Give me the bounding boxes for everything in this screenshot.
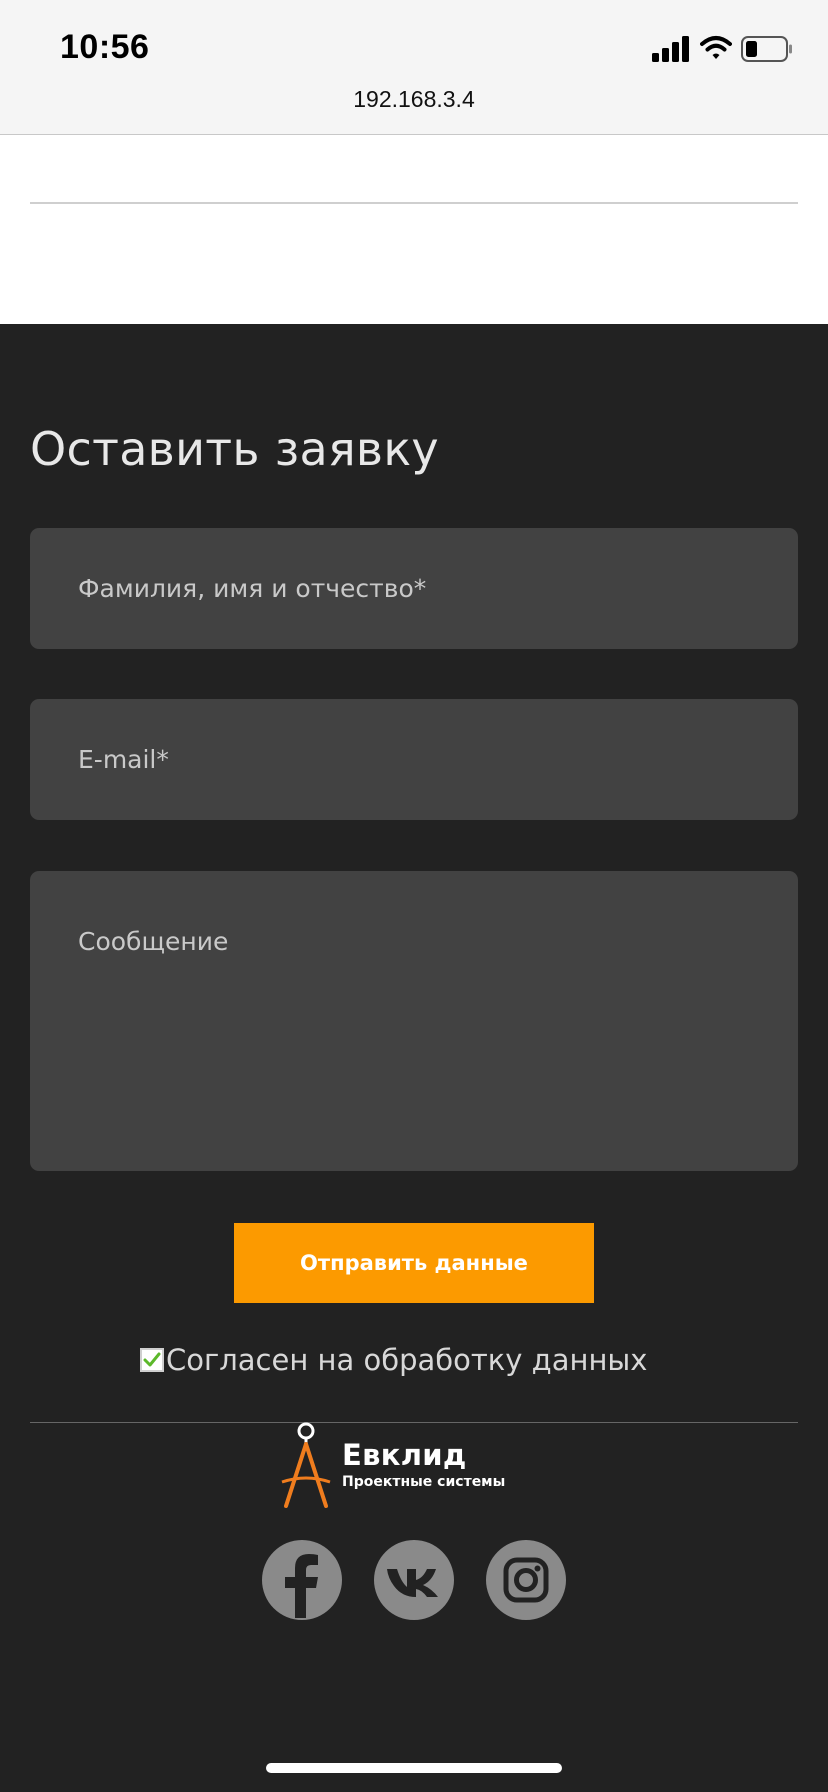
signal-icon xyxy=(652,36,689,62)
battery-icon xyxy=(741,36,792,62)
instagram-icon xyxy=(503,1557,549,1603)
home-indicator[interactable] xyxy=(266,1763,562,1773)
message-textarea[interactable] xyxy=(30,871,798,1171)
brand-name: Евклид xyxy=(342,1438,467,1472)
form-title: Оставить заявку xyxy=(30,422,439,476)
vk-link[interactable] xyxy=(374,1540,454,1620)
consent-checkbox[interactable] xyxy=(140,1348,164,1372)
consent-row[interactable]: Согласен на обработку данных xyxy=(140,1340,647,1380)
divider xyxy=(30,202,798,204)
checkmark-icon xyxy=(143,1352,161,1367)
vk-icon xyxy=(387,1569,438,1597)
full-name-input[interactable] xyxy=(30,528,798,649)
email-input[interactable] xyxy=(30,699,798,820)
submit-button[interactable]: Отправить данные xyxy=(234,1223,594,1303)
consent-label: Согласен на обработку данных xyxy=(166,1343,648,1377)
wifi-icon xyxy=(700,36,732,59)
instagram-link[interactable] xyxy=(486,1540,566,1620)
address-bar-url[interactable]: 192.168.3.4 xyxy=(0,86,828,113)
brand-logo[interactable]: Евклид Проектные системы xyxy=(278,1420,558,1508)
facebook-link[interactable] xyxy=(262,1540,342,1620)
brand-tagline: Проектные системы xyxy=(342,1474,506,1490)
status-time: 10:56 xyxy=(60,28,150,66)
white-content-section xyxy=(0,135,828,324)
facebook-icon xyxy=(285,1554,318,1618)
compass-logo-icon xyxy=(281,1422,331,1508)
browser-chrome: 10:56 192.168.3.4 xyxy=(0,0,828,135)
